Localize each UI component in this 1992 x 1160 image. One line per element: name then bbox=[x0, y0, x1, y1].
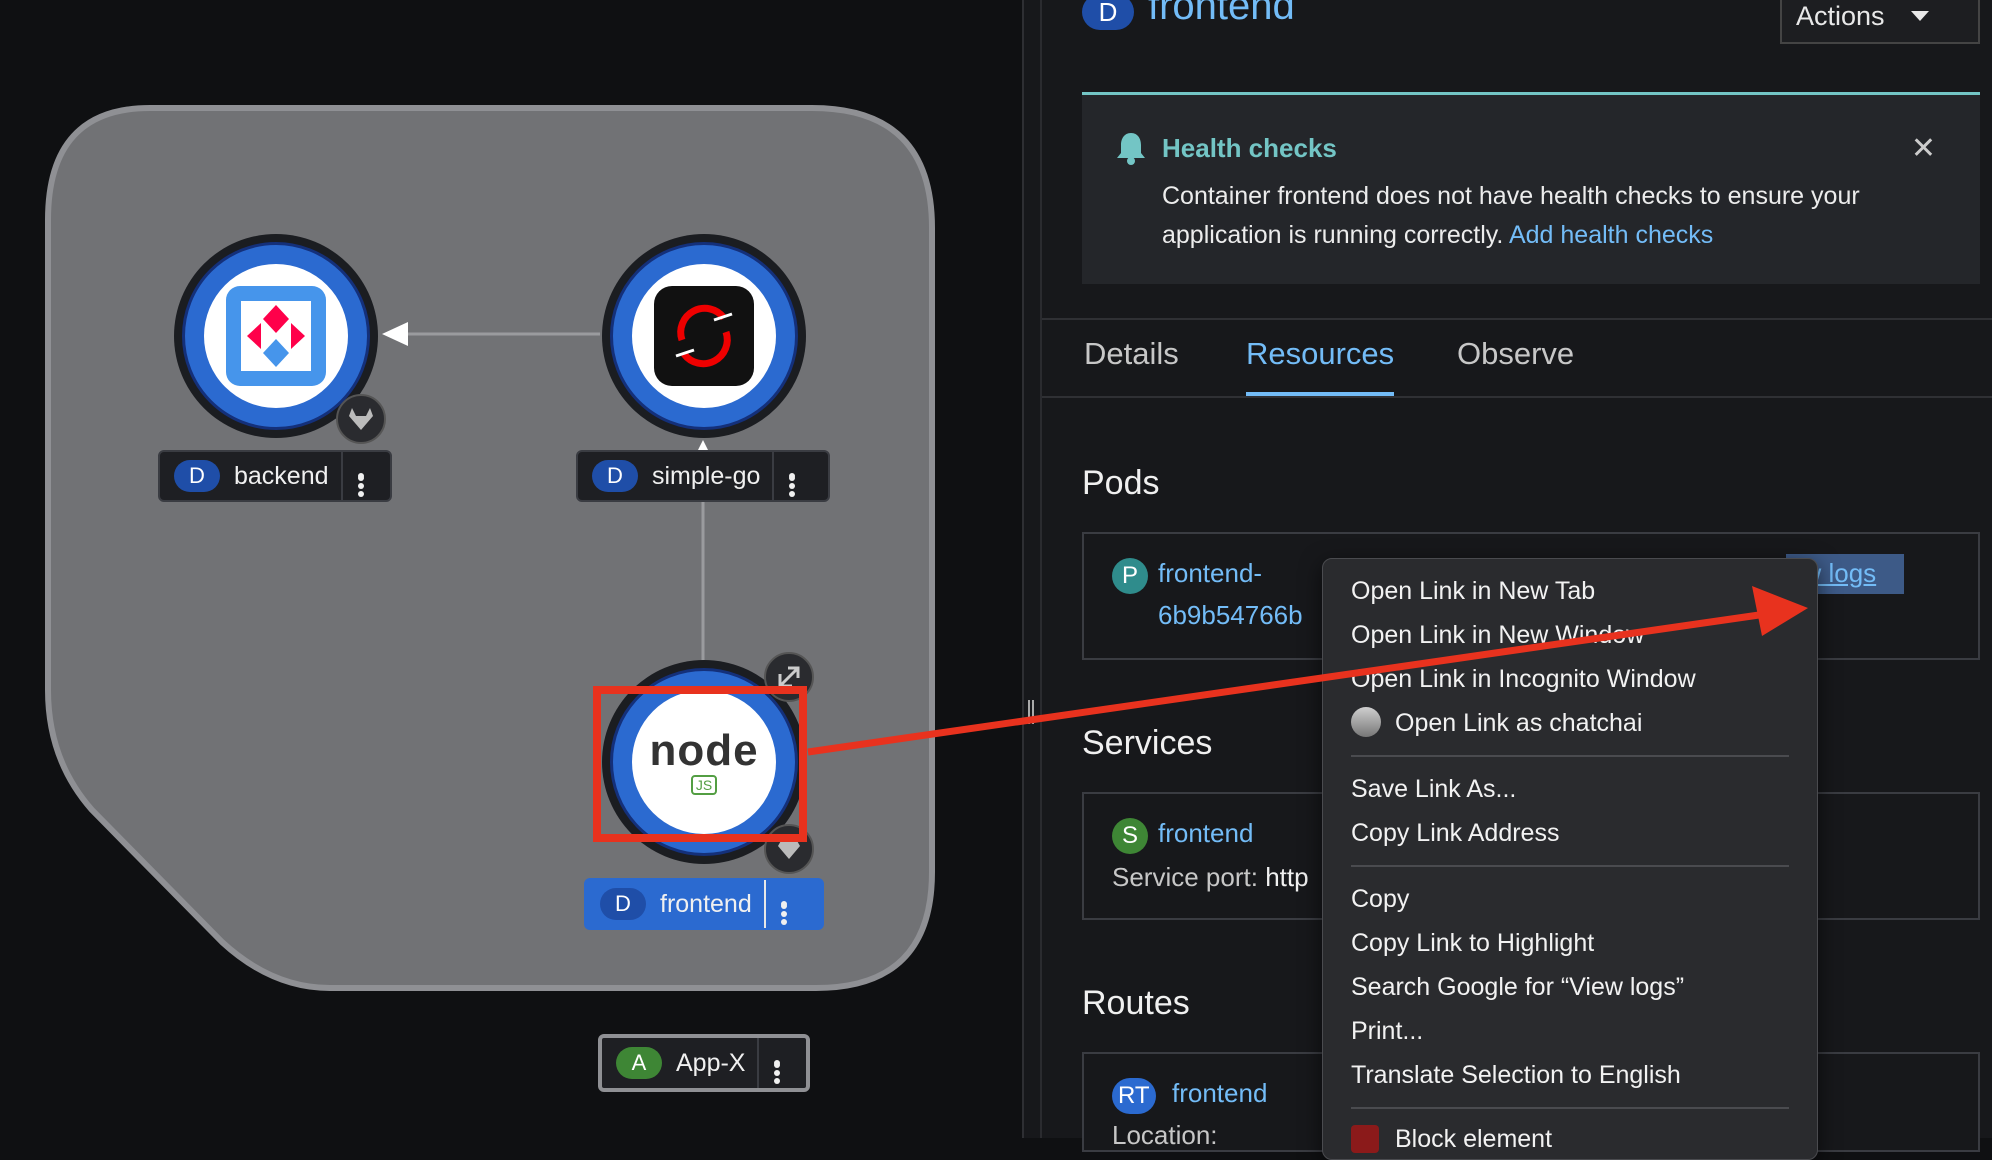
avatar bbox=[1351, 707, 1381, 737]
menu-item-print[interactable]: Print... bbox=[1351, 1017, 1423, 1046]
actions-dropdown[interactable]: Actions bbox=[1780, 0, 1980, 44]
node-name: backend bbox=[234, 461, 329, 490]
menu-item-open-new-window[interactable]: Open Link in New Window bbox=[1351, 621, 1644, 650]
menu-separator bbox=[1351, 1107, 1789, 1109]
kebab-menu-icon[interactable] bbox=[772, 452, 810, 500]
node-name: simple-go bbox=[652, 461, 761, 490]
resize-handle[interactable] bbox=[1026, 700, 1036, 724]
service-port-value: http bbox=[1265, 862, 1309, 892]
deployment-badge: D bbox=[592, 460, 638, 492]
alert-title: Health checks bbox=[1162, 133, 1337, 163]
nodejs-js-mark: JS bbox=[690, 775, 718, 795]
deployment-badge: D bbox=[174, 460, 220, 492]
nodejs-icon: node bbox=[649, 726, 759, 775]
pod-name-link-continued[interactable]: 6b9b54766b bbox=[1158, 600, 1303, 631]
menu-item-copy[interactable]: Copy bbox=[1351, 885, 1409, 914]
menu-item-copy-link-to-highlight[interactable]: Copy Link to Highlight bbox=[1351, 929, 1594, 958]
close-icon[interactable]: ✕ bbox=[1911, 131, 1936, 166]
topology-canvas[interactable]: D backend D simple-go node JS D frontend… bbox=[0, 0, 1022, 1138]
node-label-backend[interactable]: D backend bbox=[158, 450, 392, 502]
bell-icon bbox=[1117, 133, 1145, 165]
application-name: App-X bbox=[676, 1048, 746, 1077]
service-badge: S bbox=[1112, 818, 1148, 854]
ublock-icon bbox=[1351, 1125, 1379, 1153]
menu-item-translate[interactable]: Translate Selection to English bbox=[1351, 1061, 1681, 1090]
health-checks-alert: Health checks ✕ Container frontend does … bbox=[1082, 92, 1980, 284]
menu-item-block-element[interactable]: Block element bbox=[1395, 1125, 1552, 1154]
caret-down-icon bbox=[1910, 11, 1929, 21]
panel-divider bbox=[1040, 0, 1042, 1138]
git-repo-icon bbox=[764, 824, 814, 874]
route-badge: RT bbox=[1112, 1078, 1156, 1114]
services-heading: Services bbox=[1082, 724, 1213, 762]
gitlab-icon bbox=[336, 394, 386, 444]
menu-separator bbox=[1351, 755, 1789, 757]
openshift-icon bbox=[654, 286, 754, 386]
application-badge: A bbox=[616, 1047, 662, 1079]
route-location-label: Location: bbox=[1112, 1120, 1218, 1150]
menu-separator bbox=[1351, 865, 1789, 867]
menu-item-save-link-as[interactable]: Save Link As... bbox=[1351, 775, 1516, 804]
menu-item-copy-link-address[interactable]: Copy Link Address bbox=[1351, 819, 1559, 848]
pod-badge: P bbox=[1112, 558, 1148, 594]
page-title: frontend bbox=[1148, 0, 1295, 28]
node-simple-go[interactable] bbox=[602, 234, 806, 438]
menu-item-open-new-tab[interactable]: Open Link in New Tab bbox=[1351, 577, 1595, 606]
tab-details[interactable]: Details bbox=[1084, 336, 1179, 372]
kebab-menu-icon[interactable] bbox=[757, 1038, 795, 1088]
kebab-menu-icon[interactable] bbox=[340, 452, 379, 500]
deployment-badge: D bbox=[600, 888, 646, 920]
service-port-label: Service port: bbox=[1112, 862, 1258, 892]
route-name-link[interactable]: frontend bbox=[1172, 1078, 1267, 1109]
tab-resources[interactable]: Resources bbox=[1246, 336, 1394, 372]
divider bbox=[1042, 396, 1992, 398]
pods-heading: Pods bbox=[1082, 464, 1160, 502]
kebab-menu-icon[interactable] bbox=[763, 880, 802, 928]
tab-observe[interactable]: Observe bbox=[1457, 336, 1574, 372]
routes-heading: Routes bbox=[1082, 984, 1190, 1022]
actions-label: Actions bbox=[1796, 0, 1885, 31]
open-url-icon[interactable] bbox=[764, 652, 814, 702]
application-group-area[interactable] bbox=[0, 0, 1022, 1138]
quarkus-icon bbox=[226, 286, 326, 386]
pod-name-link[interactable]: frontend- bbox=[1158, 558, 1262, 589]
browser-context-menu: Open Link in New Tab Open Link in New Wi… bbox=[1322, 558, 1818, 1160]
divider bbox=[1042, 318, 1992, 320]
add-health-checks-link[interactable]: Add health checks bbox=[1509, 221, 1713, 249]
application-group-label[interactable]: A App-X bbox=[598, 1034, 810, 1092]
node-label-simple-go[interactable]: D simple-go bbox=[576, 450, 830, 502]
menu-item-open-as-profile[interactable]: Open Link as chatchai bbox=[1395, 709, 1642, 738]
menu-item-open-incognito[interactable]: Open Link in Incognito Window bbox=[1351, 665, 1696, 694]
node-label-frontend[interactable]: D frontend bbox=[584, 878, 824, 930]
menu-item-search-google[interactable]: Search Google for “View logs” bbox=[1351, 973, 1684, 1002]
node-name: frontend bbox=[660, 889, 752, 918]
service-name-link[interactable]: frontend bbox=[1158, 818, 1253, 849]
deployment-badge: D bbox=[1082, 0, 1134, 30]
